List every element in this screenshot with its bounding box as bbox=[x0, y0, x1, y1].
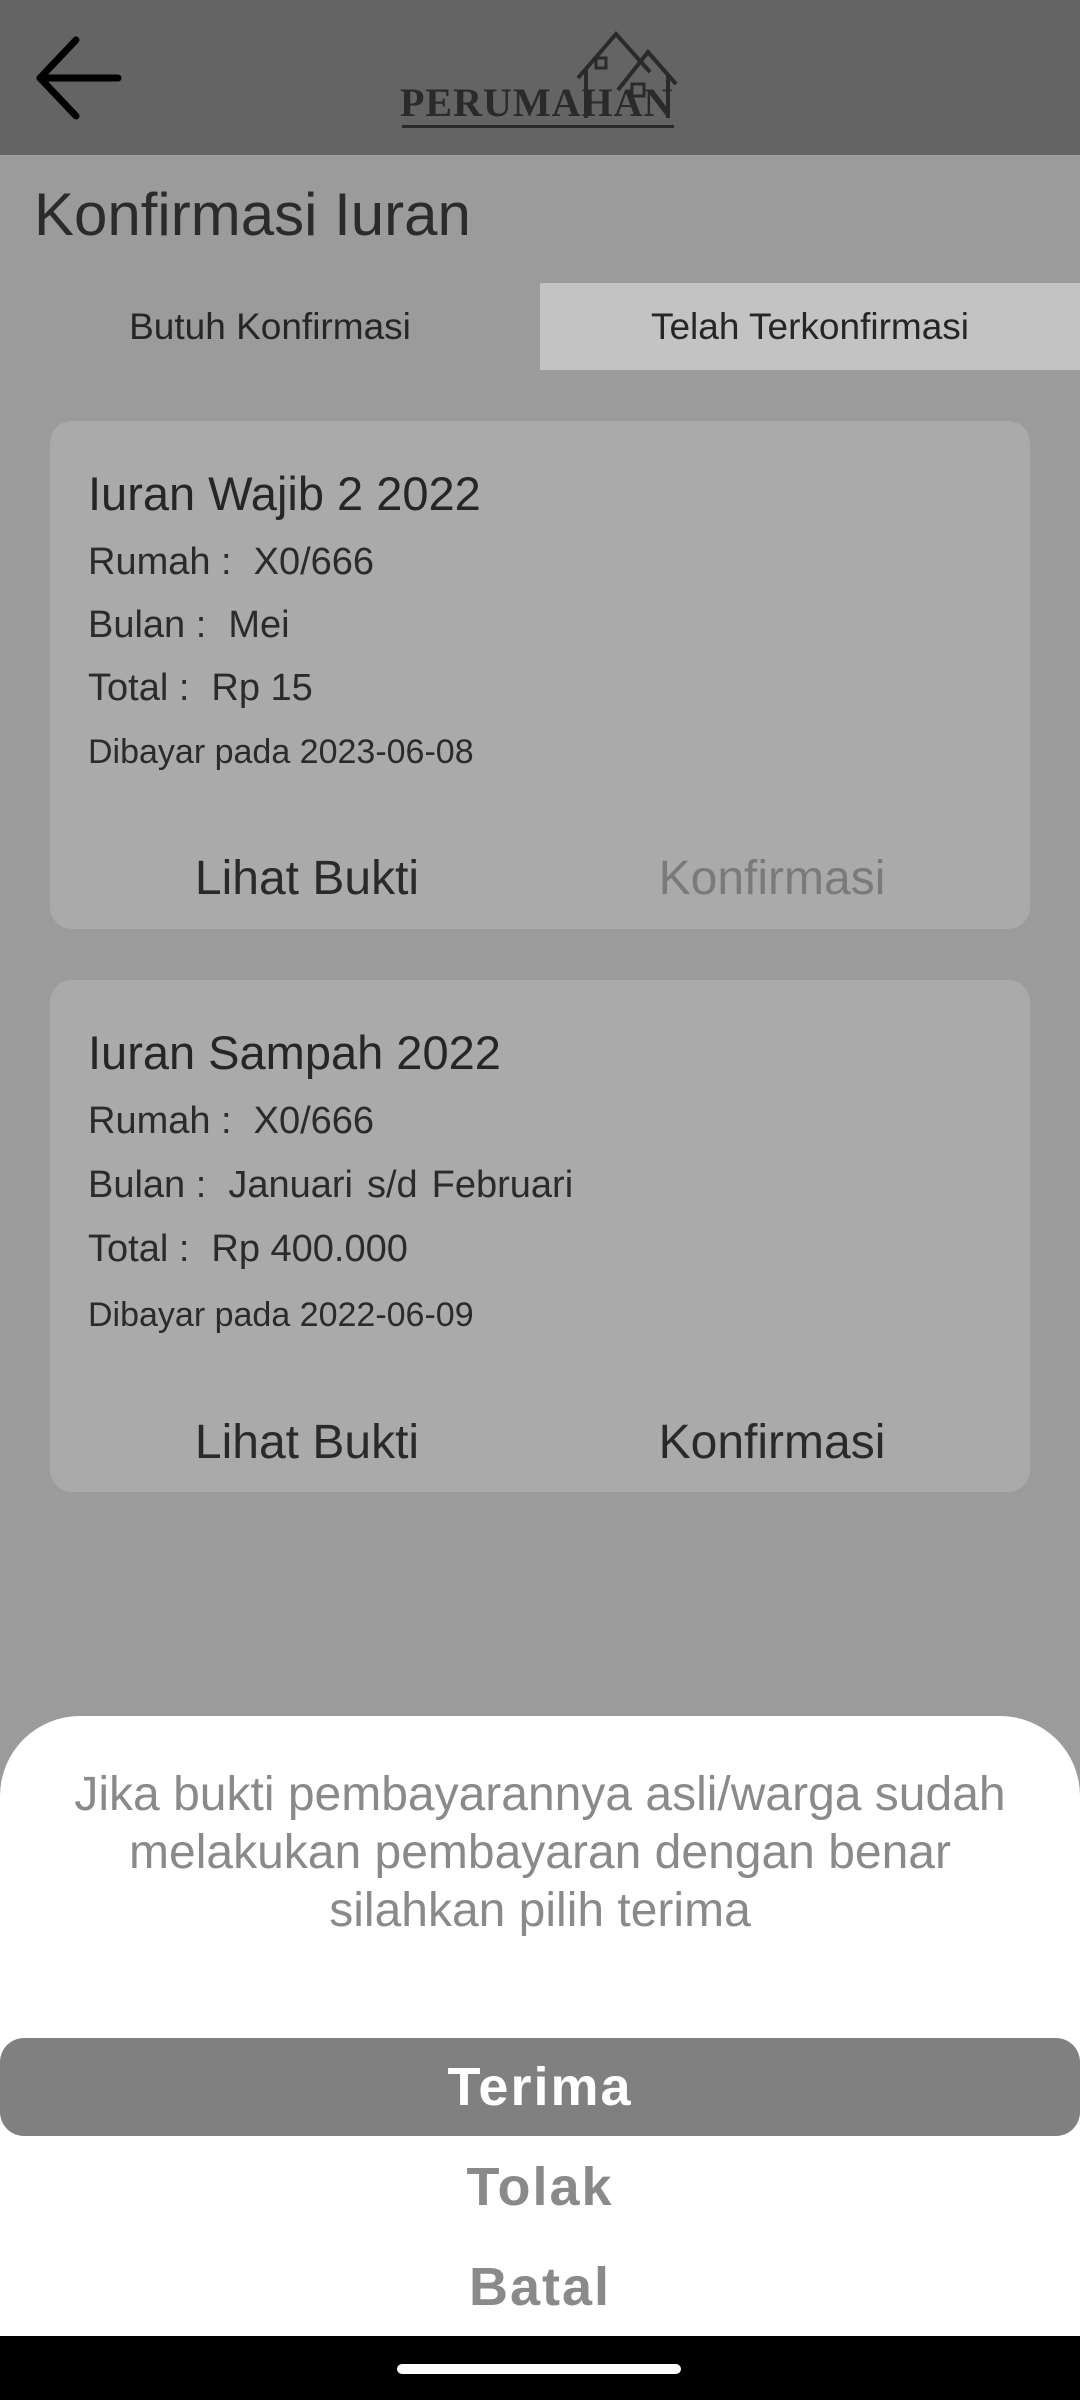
month-label: Bulan : bbox=[88, 1164, 207, 1206]
month-start: Januari bbox=[228, 1164, 353, 1206]
view-proof-button[interactable]: Lihat Bukti bbox=[195, 1415, 419, 1470]
app-bar: PERUMAHAN bbox=[0, 0, 1080, 155]
view-proof-button[interactable]: Lihat Bukti bbox=[195, 851, 419, 906]
month-row: Bulan : Mei bbox=[88, 604, 304, 647]
month-row: Bulan : Januari s/d Februari bbox=[88, 1164, 587, 1207]
arrow-left-icon bbox=[36, 36, 122, 120]
sheet-message: Jika bukti pembayarannya asli/warga suda… bbox=[74, 1768, 1006, 1937]
tab-bar: Butuh Konfirmasi Telah Terkonfirmasi bbox=[0, 283, 1080, 370]
total-row: Total : Rp 400.000 bbox=[88, 1228, 422, 1271]
card-title: Iuran Wajib 2 2022 bbox=[88, 467, 481, 520]
confirm-button[interactable]: Konfirmasi bbox=[659, 851, 886, 906]
house-row: Rumah : X0/666 bbox=[88, 541, 388, 584]
home-indicator[interactable] bbox=[397, 2364, 681, 2374]
confirmation-sheet: Jika bukti pembayarannya asli/warga suda… bbox=[0, 1716, 1080, 2336]
payment-card: Iuran Wajib 2 2022 Rumah : X0/666 Bulan :… bbox=[50, 421, 1030, 929]
house-value: X0/666 bbox=[253, 541, 375, 583]
logo-text: PERUMAHAN bbox=[400, 80, 674, 125]
logo: PERUMAHAN bbox=[400, 28, 690, 128]
total-label: Total : bbox=[88, 1228, 190, 1270]
house-value: X0/666 bbox=[253, 1100, 375, 1142]
paid-date: Dibayar pada 2022-06-09 bbox=[88, 1296, 474, 1334]
total-label: Total : bbox=[88, 667, 190, 709]
cancel-button[interactable]: Batal bbox=[0, 2238, 1080, 2336]
tab-butuh-konfirmasi[interactable]: Butuh Konfirmasi bbox=[0, 283, 540, 370]
reject-button[interactable]: Tolak bbox=[0, 2138, 1080, 2236]
confirm-button[interactable]: Konfirmasi bbox=[659, 1415, 886, 1470]
house-label: Rumah : bbox=[88, 541, 232, 583]
tab-telah-terkonfirmasi[interactable]: Telah Terkonfirmasi bbox=[540, 283, 1080, 370]
payment-card: Iuran Sampah 2022 Rumah : X0/666 Bulan : J… bbox=[50, 980, 1030, 1492]
month-value: Mei bbox=[228, 604, 290, 646]
house-row: Rumah : X0/666 bbox=[88, 1100, 388, 1143]
logo-underline bbox=[402, 125, 674, 128]
total-value: Rp 15 bbox=[211, 667, 313, 709]
paid-date: Dibayar pada 2023-06-08 bbox=[88, 733, 474, 771]
system-nav-bar bbox=[0, 2336, 1080, 2400]
total-row: Total : Rp 15 bbox=[88, 667, 327, 710]
accept-button[interactable]: Terima bbox=[0, 2038, 1080, 2136]
back-button[interactable] bbox=[28, 28, 128, 128]
total-value: Rp 400.000 bbox=[211, 1228, 408, 1270]
house-label: Rumah : bbox=[88, 1100, 232, 1142]
month-label: Bulan : bbox=[88, 604, 207, 646]
month-separator: s/d bbox=[366, 1164, 418, 1206]
month-end: Februari bbox=[431, 1164, 574, 1206]
card-title: Iuran Sampah 2022 bbox=[88, 1026, 501, 1079]
page-title: Konfirmasi Iuran bbox=[34, 181, 471, 248]
